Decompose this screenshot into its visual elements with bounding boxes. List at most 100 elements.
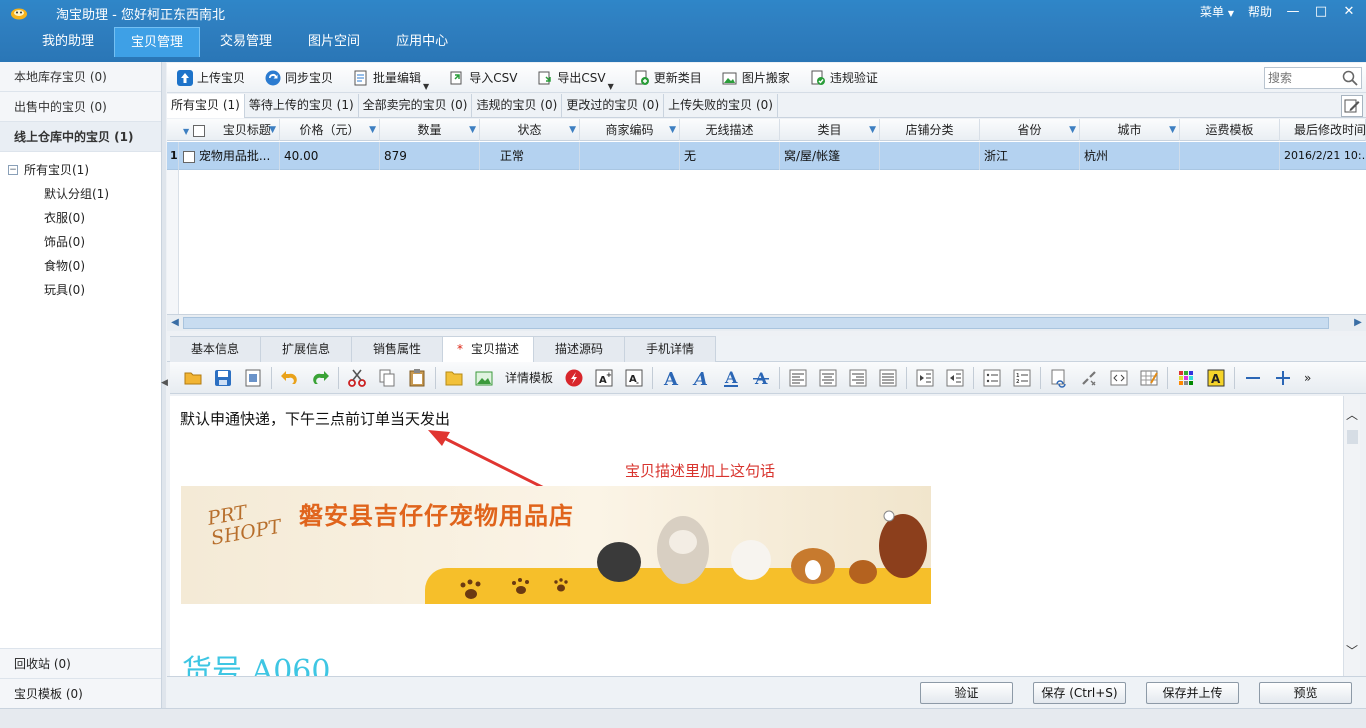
sync-button[interactable]: 同步宝贝 [255,65,343,91]
scroll-left-icon[interactable]: ◀ [167,315,183,331]
col-title[interactable]: ▼ 宝贝标题 ▼ [179,119,280,141]
align-right-icon[interactable] [848,368,868,388]
sidebar-local-inventory[interactable]: 本地库存宝贝 (0) [0,62,161,92]
nav-app-center[interactable]: 应用中心 [380,27,464,57]
upload-button[interactable]: 上传宝贝 [167,65,255,91]
bullet-list-icon[interactable] [982,368,1002,388]
insert-table-icon[interactable] [1139,368,1159,388]
horizontal-scrollbar[interactable]: ◀ ▶ [167,314,1366,331]
bold-icon[interactable]: A [661,368,681,388]
filter-icon[interactable]: ▼ [569,119,576,141]
justify-icon[interactable] [878,368,898,388]
open-folder-icon[interactable] [183,368,203,388]
validate-button[interactable]: 验证 [920,682,1013,704]
zoom-in-icon[interactable] [1273,368,1293,388]
col-price[interactable]: 价格（元） ▼ [280,119,380,141]
row-checkbox[interactable] [183,150,195,163]
close-button[interactable]: ✕ [1342,4,1356,19]
tab-changed[interactable]: 更改过的宝贝 (0) [562,94,665,118]
outdent-icon[interactable] [945,368,965,388]
cell-price[interactable]: 40.00 [280,142,380,170]
tab-sold-out[interactable]: 全部卖完的宝贝 (0) [359,94,473,118]
cell-shop-category[interactable] [880,142,980,170]
cell-title[interactable]: 宠物用品批... [179,142,280,170]
image-move-button[interactable]: 图片搬家 [712,65,800,91]
tab-extended-info[interactable]: 扩展信息 [261,336,352,362]
sort-arrow-icon[interactable]: ▼ [183,127,189,136]
save-and-upload-button[interactable]: 保存并上传 [1146,682,1239,704]
insert-image-icon[interactable] [474,368,494,388]
search-icon[interactable] [1342,70,1358,86]
tab-item-description[interactable]: * 宝贝描述 [443,336,534,362]
html-source-icon[interactable] [1109,368,1129,388]
flash-icon[interactable] [564,368,584,388]
highlight-color-icon[interactable]: A [1206,368,1226,388]
update-category-button[interactable]: 更新类目 [624,65,712,91]
col-province[interactable]: 省份 ▼ [980,119,1080,141]
cell-quantity[interactable]: 879 [380,142,480,170]
col-shop-category[interactable]: 店铺分类 [880,119,980,141]
redo-icon[interactable] [310,368,330,388]
col-status[interactable]: 状态 ▼ [480,119,580,141]
tab-waiting-upload[interactable]: 等待上传的宝贝 (1) [245,94,359,118]
save-icon[interactable] [213,368,233,388]
strikethrough-icon[interactable]: A [751,368,771,388]
batch-edit-button[interactable]: 批量编辑 ▼ [343,65,439,91]
col-wireless-desc[interactable]: 无线描述 [680,119,780,141]
indent-icon[interactable] [915,368,935,388]
maximize-button[interactable]: □ [1314,4,1328,19]
nav-image-space[interactable]: 图片空间 [292,27,376,57]
cell-province[interactable]: 浙江 [980,142,1080,170]
tree-item-food[interactable]: 食物(0) [0,254,161,278]
tab-all-items[interactable]: 所有宝贝 (1) [167,94,245,118]
export-csv-button[interactable]: 导出CSV ▼ [527,65,623,91]
copy-icon[interactable] [377,368,397,388]
col-city[interactable]: 城市 ▼ [1080,119,1180,141]
col-quantity[interactable]: 数量 ▼ [380,119,480,141]
scrollbar-thumb[interactable] [183,317,1329,329]
tree-root[interactable]: − 所有宝贝(1) [0,158,161,182]
preview-button[interactable]: 预览 [1259,682,1352,704]
scrollbar-thumb[interactable] [1347,430,1358,444]
cell-shipping-template[interactable] [1180,142,1280,170]
cell-merchant-code[interactable] [580,142,680,170]
filter-icon[interactable]: ▼ [469,119,476,141]
tree-item-default[interactable]: 默认分组(1) [0,182,161,206]
cell-category[interactable]: 窝/屋/帐篷 [780,142,880,170]
cut-icon[interactable] [347,368,367,388]
align-center-icon[interactable] [818,368,838,388]
color-grid-icon[interactable] [1176,368,1196,388]
tab-violations[interactable]: 违规的宝贝 (0) [472,94,563,118]
tree-item-clothes[interactable]: 衣服(0) [0,206,161,230]
scroll-up-icon[interactable]: ︿ [1344,406,1360,423]
detail-template-button[interactable]: 详情模板 [505,369,553,386]
tab-upload-failed[interactable]: 上传失败的宝贝 (0) [664,94,778,118]
description-text[interactable]: 默认申通快递，下午三点前订单当天发出 [180,408,450,429]
collapse-left-icon[interactable]: ◀ [161,378,168,388]
chevron-down-icon[interactable]: ▼ [423,82,429,91]
col-merchant-code[interactable]: 商家编码 ▼ [580,119,680,141]
cell-wireless-desc[interactable]: 无 [680,142,780,170]
filter-icon[interactable]: ▼ [369,119,376,141]
import-csv-button[interactable]: 导入CSV [439,65,527,91]
nav-trade-management[interactable]: 交易管理 [204,27,288,57]
search-input[interactable] [1265,68,1343,88]
filter-icon[interactable]: ▼ [669,119,676,141]
align-left-icon[interactable] [788,368,808,388]
unlink-icon[interactable] [1079,368,1099,388]
subscript-icon[interactable]: A- [624,368,644,388]
select-all-checkbox[interactable] [192,124,205,137]
sidebar-recycle-bin[interactable]: 回收站 (0) [0,648,161,678]
italic-icon[interactable]: A [691,368,711,388]
zoom-out-icon[interactable] [1243,368,1263,388]
scroll-down-icon[interactable]: ﹀ [1344,642,1360,659]
chevron-down-icon[interactable]: ▼ [608,82,614,91]
cell-city[interactable]: 杭州 [1080,142,1180,170]
insert-link-icon[interactable] [1049,368,1069,388]
nav-item-management[interactable]: 宝贝管理 [114,27,201,57]
sidebar-online-warehouse[interactable]: 线上仓库中的宝贝 (1) [0,122,161,152]
cell-status[interactable]: 正常 [480,142,580,170]
help-button[interactable]: 帮助 [1248,3,1272,20]
scroll-right-icon[interactable]: ▶ [1350,315,1366,331]
underline-icon[interactable]: A [721,368,741,388]
